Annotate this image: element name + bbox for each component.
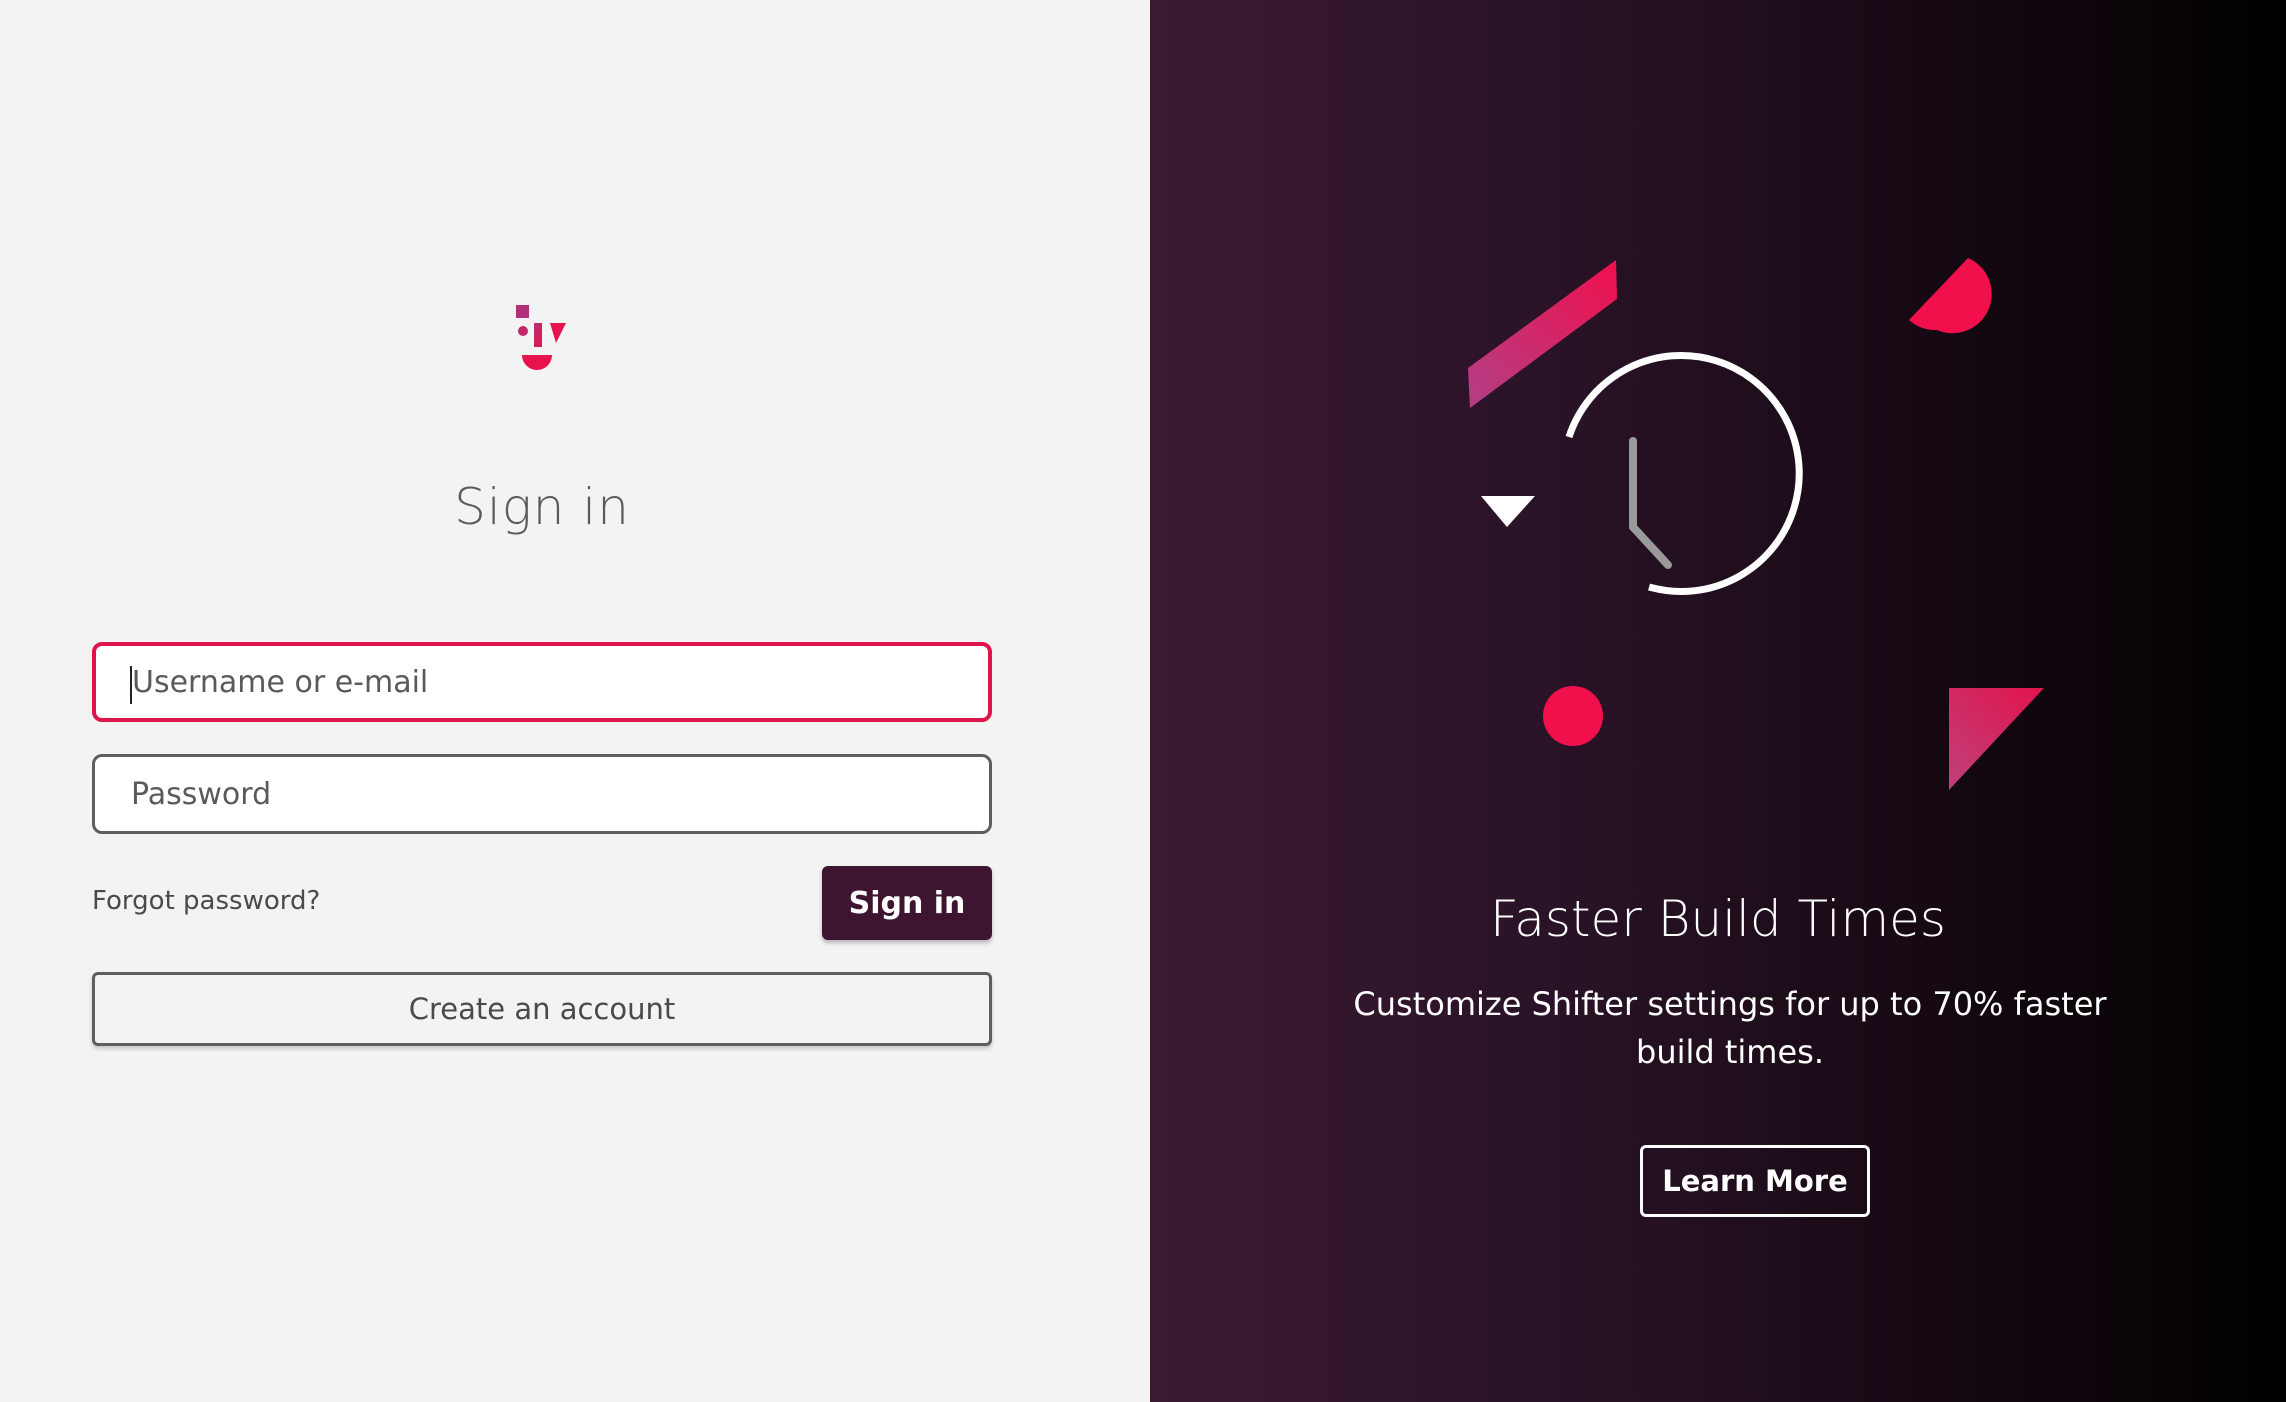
promo-panel: Faster Build Times Customize Shifter set… [1150,0,2286,1402]
promo-title: Faster Build Times [1490,890,1946,948]
username-input[interactable] [130,646,988,718]
text-cursor [130,666,132,704]
forgot-password-link[interactable]: Forgot password? [92,886,320,916]
shifter-logo-icon [516,305,566,370]
username-field[interactable] [92,642,992,722]
promo-illustration [1468,258,2044,790]
sign-in-button[interactable]: Sign in [822,866,992,940]
learn-more-button[interactable]: Learn More [1640,1145,1870,1217]
decor-triangle-shape [1949,688,2044,790]
page-title: Sign in [454,478,630,536]
password-field[interactable] [92,754,992,834]
clock-history-icon [1481,352,1803,595]
create-account-button[interactable]: Create an account [92,972,992,1046]
decor-half-circle-shape-fill [1909,258,1992,334]
password-input[interactable] [129,757,989,831]
decor-bar-shape [1468,260,1617,408]
promo-description: Customize Shifter settings for up to 70%… [1353,985,2107,1071]
signin-panel: Sign in Forgot password? Sign in Create … [0,0,1150,1402]
signin-page: Sign in Forgot password? Sign in Create … [0,0,2286,1402]
decor-dot-shape [1543,686,1603,746]
